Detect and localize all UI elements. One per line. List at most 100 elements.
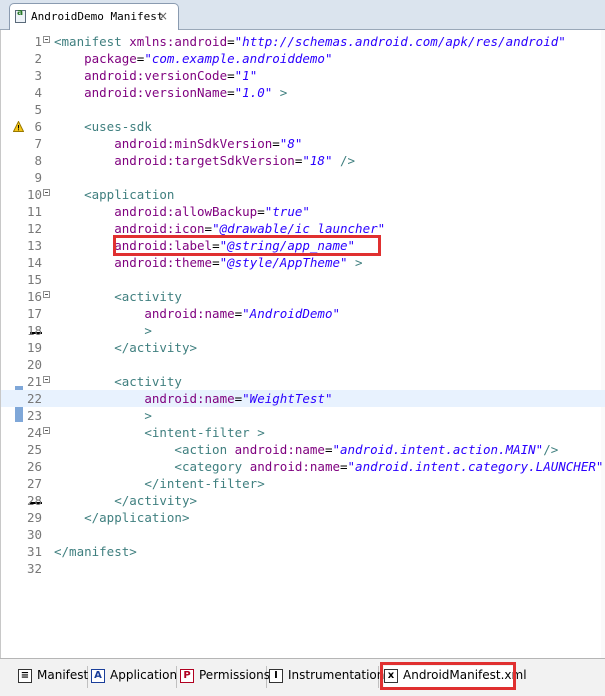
line-number: 13 [26,238,42,253]
code-text: <category android:name="android.intent.c… [54,458,605,475]
tab-instrumentation[interactable]: I Instrumentation [269,666,384,688]
code-line[interactable]: 23 > [1,407,605,424]
code-line[interactable]: 28 </activity> [1,492,605,509]
code-token: <manifest [54,34,130,49]
fold-toggle-icon[interactable] [43,291,50,298]
code-line[interactable]: 21 <activity [1,373,605,390]
code-line[interactable]: 32 [1,560,605,577]
code-token: "1.0" [234,85,273,100]
line-number: 16 [26,289,42,304]
code-line[interactable]: 7 android:minSdkVersion="8" [1,135,605,152]
fold-toggle-icon[interactable] [43,427,50,434]
line-number: 7 [34,136,42,151]
code-text: </activity> [54,339,197,356]
code-line[interactable]: 5 [1,101,605,118]
line-number: 8 [34,153,42,168]
code-token: "8" [279,136,303,151]
code-line[interactable]: 14 android:theme="@style/AppTheme" > [1,254,605,271]
code-token: "@style/AppTheme" [219,255,348,270]
line-number: 28 [26,493,42,508]
code-line[interactable]: 3 android:versionCode="1" [1,67,605,84]
fold-toggle-icon[interactable] [43,189,50,196]
code-text: <action android:name="android.intent.act… [54,441,558,458]
code-token: "WeightTest" [242,391,333,406]
line-number: 3 [34,68,42,83]
tab-application[interactable]: A Application [91,666,177,688]
code-token: > [347,255,363,270]
code-token: > [144,323,152,338]
code-token: android:minSdkVersion [114,136,273,151]
code-line[interactable]: 25 <action android:name="android.intent.… [1,441,605,458]
code-token: android:name [144,306,235,321]
tab-manifest[interactable]: ≡ Manifest [18,666,88,688]
code-line[interactable]: 2 package="com.example.androiddemo" [1,50,605,67]
line-number: 5 [34,102,42,117]
code-token: </activity> [114,493,198,508]
fold-toggle-icon[interactable] [43,36,50,43]
line-number: 12 [26,221,42,236]
code-text: android:allowBackup="true" [54,203,310,220]
code-token: = [212,255,220,270]
line-number: 2 [34,51,42,66]
code-token: "AndroidDemo" [242,306,340,321]
code-line[interactable]: 27 </intent-filter> [1,475,605,492]
code-line[interactable]: 20 [1,356,605,373]
code-line[interactable]: 22 android:name="WeightTest" [1,390,605,407]
code-token: <activity [114,289,182,304]
code-line[interactable]: 9 [1,169,605,186]
code-line[interactable]: 8 android:targetSdkVersion="18" /> [1,152,605,169]
code-line[interactable]: 26 <category android:name="android.inten… [1,458,605,475]
fold-toggle-icon[interactable] [43,376,50,383]
code-token: android:targetSdkVersion [114,153,295,168]
code-line[interactable]: 16 <activity [1,288,605,305]
line-number: 32 [26,561,42,576]
close-icon[interactable]: × [158,9,168,23]
code-token: android:name [249,459,340,474]
code-line[interactable]: 10 <application [1,186,605,203]
line-number: 27 [26,476,42,491]
code-token: /> [332,153,356,168]
code-line[interactable]: 11 android:allowBackup="true" [1,203,605,220]
editor-tab-manifest[interactable]: AndroidDemo Manifest × [9,3,179,30]
code-text: > [54,322,152,339]
code-line[interactable]: 24 <intent-filter > [1,424,605,441]
highlight-box-app-label [113,235,381,256]
line-number: 22 [26,391,42,406]
xml-editor[interactable]: 1 <manifest xmlns:android="http://schemas… [0,30,605,658]
code-line[interactable]: 6 <uses-sdk [1,118,605,135]
code-line[interactable]: 18 > [1,322,605,339]
code-line[interactable]: 15 [1,271,605,288]
code-token: "true" [264,204,310,219]
code-line[interactable]: 17 android:name="AndroidDemo" [1,305,605,322]
code-text: </application> [54,509,189,526]
application-icon: A [91,669,105,683]
code-token: = [204,221,213,236]
code-token: "android.intent.action.MAIN" [332,442,544,457]
warning-icon[interactable] [13,121,24,132]
line-number: 26 [26,459,42,474]
code-line[interactable]: 30 [1,526,605,543]
code-text: <intent-filter > [54,424,264,441]
code-text: package="com.example.androiddemo" [54,50,332,67]
line-number: 25 [26,442,42,457]
code-token: package [84,51,137,66]
code-line[interactable]: 31 </manifest> [1,543,605,560]
code-token: > [144,408,152,423]
line-number: 30 [26,527,42,542]
code-line[interactable]: 4 android:versionName="1.0" > [1,84,605,101]
code-token: </activity> [114,340,198,355]
code-line[interactable]: 1 <manifest xmlns:android="http://schemas… [1,33,605,50]
code-line[interactable]: 19 </activity> [1,339,605,356]
line-number: 21 [26,374,42,389]
code-token: android:theme [114,255,213,270]
tab-permissions[interactable]: P Permissions [180,666,270,688]
code-line[interactable]: 29 </application> [1,509,605,526]
